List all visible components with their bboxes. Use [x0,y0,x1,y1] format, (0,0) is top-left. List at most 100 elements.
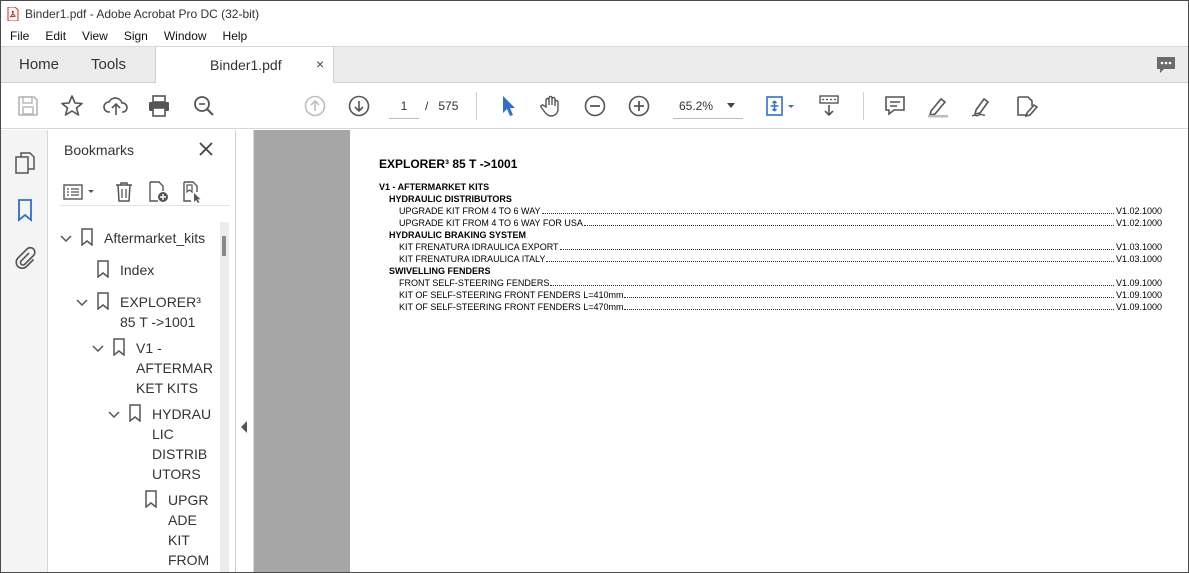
toc-entry[interactable]: KIT FRENATURA IDRAULICA ITALY V1.03.1000 [379,253,1162,265]
toc-leader-dots [583,217,1114,226]
toc-entry-text: KIT OF SELF-STEERING FRONT FENDERS L=470… [399,302,624,312]
menu-help[interactable]: Help [215,29,256,43]
chevron-down-icon[interactable] [108,408,120,420]
hand-tool-icon[interactable] [538,93,564,119]
close-icon[interactable] [197,140,215,158]
table-of-contents: V1 - AFTERMARKET KITS HYDRAULIC DISTRIBU… [379,181,1162,313]
bookmarks-toolbar [60,176,230,206]
toc-entry-text: KIT OF SELF-STEERING FRONT FENDERS L=410… [399,290,624,300]
bookmark-item-upgrade-kit[interactable]: UPGR ADE KIT FROM [168,490,209,570]
bookmark-icon [80,228,94,247]
bookmark-item-v1-aftermarket-kits[interactable]: V1 - AFTERMAR KET KITS [136,338,213,398]
menu-window[interactable]: Window [156,29,215,43]
page-down-icon[interactable] [346,93,372,119]
tab-home[interactable]: Home [19,56,59,73]
collapse-left-arrow-icon[interactable] [241,421,247,433]
menu-sign[interactable]: Sign [116,29,156,43]
bookmark-icon [144,490,158,509]
left-rail [1,130,48,572]
zoom-level-dropdown[interactable]: 65.2% [673,93,743,119]
star-icon[interactable] [59,93,85,119]
chevron-down-icon[interactable] [92,342,104,354]
fill-sign-icon[interactable] [1013,93,1039,119]
toc-group-heading: HYDRAULIC DISTRIBUTORS [389,194,512,204]
tab-close-button[interactable]: × [316,56,324,72]
attachments-paperclip-icon[interactable] [12,244,38,270]
bookmark-item-hydraulic-distributors[interactable]: HYDRAU LIC DISTRIB UTORS [152,404,211,484]
bookmark-label-line: LIC [152,426,174,442]
bookmark-label-line: 85 T ->1001 [120,314,196,330]
toc-entry-text: KIT FRENATURA IDRAULICA ITALY [399,254,546,264]
bookmark-label-line: HYDRAU [152,406,212,422]
toc-entry-page: V1.09.1000 [1115,302,1162,312]
zoom-search-icon[interactable] [191,93,217,119]
toc-entry[interactable]: KIT OF SELF-STEERING FRONT FENDERS L=410… [379,289,1162,301]
bookmark-item-explorer[interactable]: EXPLORER³ 85 T ->1001 [120,292,201,332]
zoom-in-icon[interactable] [626,93,652,119]
sign-pen-icon[interactable] [969,93,995,119]
bookmark-label-line: EXPLORER³ [120,294,201,310]
zoom-out-icon[interactable] [582,93,608,119]
pdf-file-icon [7,6,19,21]
bookmark-label-line: UTORS [152,466,201,482]
toc-entry-page: V1.02.1000 [1115,206,1162,216]
tab-document-label: Binder1.pdf [210,57,282,73]
total-pages: 575 [438,99,459,113]
comment-icon[interactable] [882,93,908,119]
save-icon[interactable] [15,93,41,119]
bookmarks-panel-icon[interactable] [12,197,38,223]
toc-entry[interactable]: UPGRADE KIT FROM 4 TO 6 WAY V1.02.1000 [379,205,1162,217]
toc-leader-dots [624,289,1114,298]
tab-tools[interactable]: Tools [91,56,126,73]
toc-entry[interactable]: KIT FRENATURA IDRAULICA EXPORT V1.03.1000 [379,241,1162,253]
menu-edit[interactable]: Edit [37,29,74,43]
bookmarks-scrollbar[interactable] [220,222,229,572]
toc-entry[interactable]: KIT OF SELF-STEERING FRONT FENDERS L=470… [379,301,1162,313]
toc-entry-page: V1.03.1000 [1115,242,1162,252]
new-bookmark-icon[interactable] [146,180,170,204]
select-cursor-icon[interactable] [495,93,521,119]
panel-collapse-strip[interactable] [236,130,254,572]
menu-view[interactable]: View [74,29,116,43]
toc-entry[interactable]: FRONT SELF-STEERING FENDERS V1.09.1000 [379,277,1162,289]
bookmark-label-line: FROM [168,552,210,568]
toc-entry-text: UPGRADE KIT FROM 4 TO 6 WAY [399,206,541,216]
page-up-icon[interactable] [302,93,328,119]
bookmark-icon [96,260,110,279]
bookmark-icon [112,338,126,357]
toolbar-divider [476,92,477,120]
menu-file[interactable]: File [1,29,37,43]
toc-entry-text: UPGRADE KIT FROM 4 TO 6 WAY FOR USA [399,218,583,228]
cloud-upload-icon[interactable] [103,93,129,119]
toc-entry[interactable]: UPGRADE KIT FROM 4 TO 6 WAY FOR USA V1.02… [379,217,1162,229]
toc-section-heading: V1 - AFTERMARKET KITS [379,182,490,192]
comment-bubble-icon[interactable] [1155,55,1177,75]
tabs-row: Home Tools Binder1.pdf × [1,46,1188,83]
fit-page-icon[interactable] [763,93,799,119]
highlight-pen-icon[interactable] [925,93,951,119]
tab-document[interactable]: Binder1.pdf × [155,47,334,83]
document-title: EXPLORER³ 85 T ->1001 [379,157,518,171]
page-thumbnails-icon[interactable] [12,150,38,176]
bookmark-item-aftermarket-kits[interactable]: Aftermarket_kits [104,228,205,248]
bookmarks-panel: Bookmarks Aftermarket_kits Index EXPLORE… [48,130,236,572]
page-separator: / [425,99,429,113]
bookmark-label-line: DISTRIB [152,446,208,462]
page-number-input[interactable] [389,93,419,119]
scrollbar-thumb[interactable] [222,236,226,256]
chevron-down-icon [727,103,735,108]
chevron-down-icon[interactable] [76,296,88,308]
bookmark-item-index[interactable]: Index [120,260,154,280]
bookmark-options-icon[interactable] [62,180,98,204]
scroll-mode-icon[interactable] [816,93,842,119]
toc-entry-page: V1.02.1000 [1115,218,1162,228]
toc-leader-dots [559,241,1114,250]
toc-leader-dots [546,253,1114,262]
delete-bookmark-icon[interactable] [112,180,136,204]
toc-leader-dots [624,301,1114,310]
chevron-down-icon[interactable] [60,232,72,244]
bookmark-from-selection-icon[interactable] [180,180,204,204]
toc-leader-dots [550,277,1114,286]
print-icon[interactable] [146,93,172,119]
window-title: Binder1.pdf - Adobe Acrobat Pro DC (32-b… [25,6,260,21]
